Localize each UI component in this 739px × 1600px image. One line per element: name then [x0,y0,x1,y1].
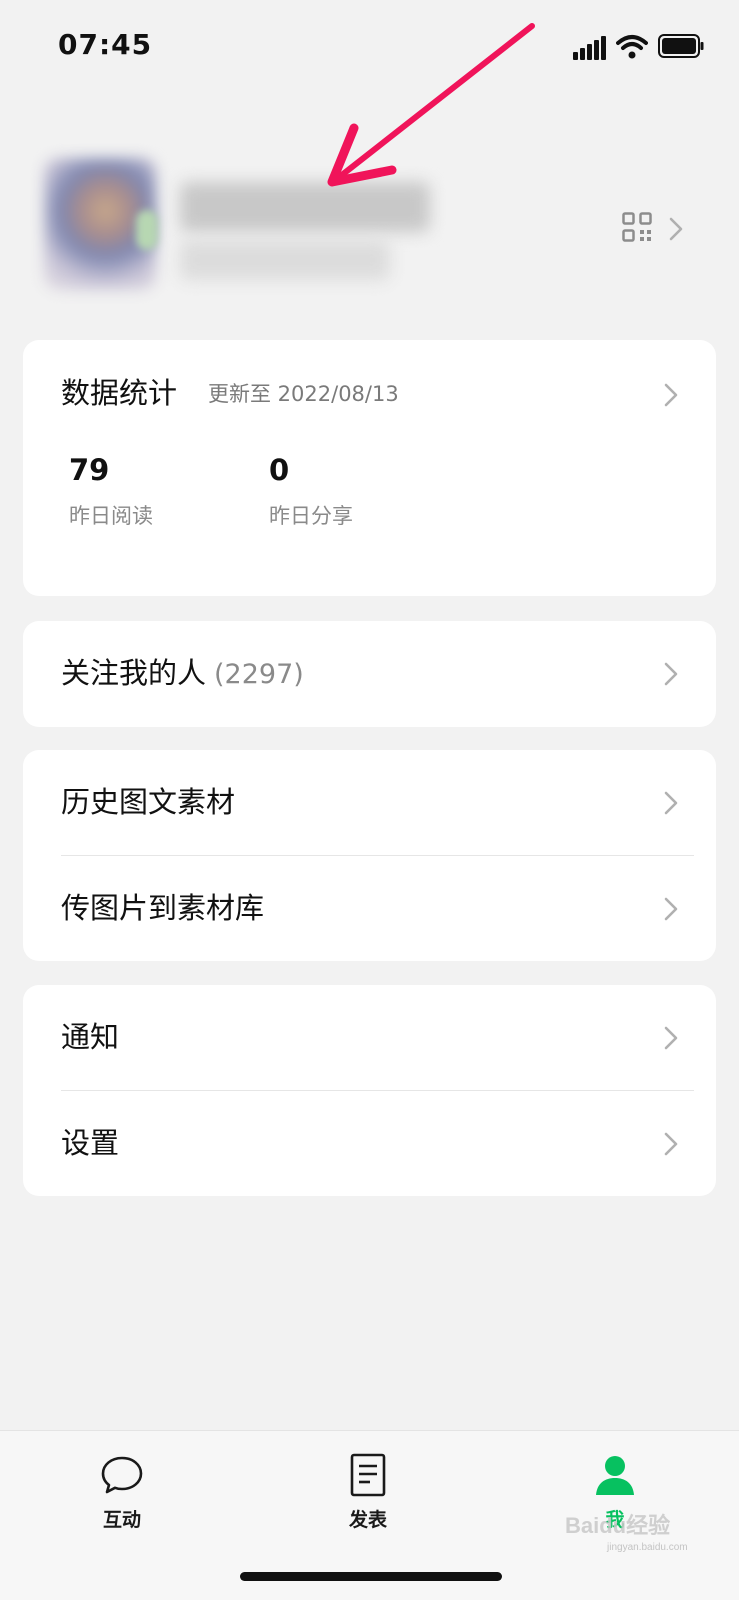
qr-code-icon[interactable] [622,212,652,242]
chevron-right-icon [664,1026,678,1050]
stat-value: 0 [269,453,290,487]
stats-card[interactable]: 数据统计 更新至 2022/08/13 79 昨日阅读 0 昨日分享 [23,340,716,596]
followers-count: (2297) [214,659,304,690]
chevron-right-icon [669,217,683,241]
menu-item-label: 历史图文素材 [61,785,236,819]
tab-publish[interactable]: 发表 [308,1431,428,1541]
stat-yesterday-reads: 79 昨日阅读 [69,450,249,530]
watermark-url: jingyan.baidu.com [607,1542,688,1553]
watermark-logo: Baidu经验 [565,1513,671,1538]
menu-item-label: 传图片到素材库 [61,891,265,925]
tab-label: 互动 [102,1509,141,1531]
stat-label: 昨日分享 [269,504,353,528]
stat-label: 昨日阅读 [69,504,153,528]
materials-card: 历史图文素材 传图片到素材库 [23,750,716,961]
person-icon [596,1456,634,1495]
document-icon [350,1453,386,1497]
chevron-right-icon [664,383,678,407]
home-indicator[interactable] [240,1572,502,1581]
stats-updated-date: 更新至 2022/08/13 [208,382,399,406]
chat-bubble-icon [101,1456,143,1494]
settings-card: 通知 设置 [23,985,716,1196]
account-id [180,240,390,280]
menu-item-history-materials[interactable]: 历史图文素材 [23,750,716,855]
menu-item-label: 设置 [61,1126,120,1160]
status-time: 07:45 [58,28,153,61]
tab-interaction[interactable]: 互动 [62,1431,182,1541]
followers-label-text: 关注我的人 [61,656,207,690]
chevron-right-icon [664,1132,678,1156]
chevron-right-icon [664,791,678,815]
stat-yesterday-shares: 0 昨日分享 [269,450,449,530]
menu-item-upload-images[interactable]: 传图片到素材库 [23,856,716,961]
menu-item-label: 通知 [61,1020,120,1054]
annotation-arrow [327,23,535,187]
stats-title: 数据统计 [61,376,178,410]
chevron-right-icon [664,662,678,686]
menu-item-settings[interactable]: 设置 [23,1091,716,1196]
tab-label: 发表 [348,1509,387,1531]
page: 07:45 数据统计 更新至 2022/08/13 79 昨日阅读 0 昨日分享… [0,0,739,1600]
followers-row[interactable]: 关注我的人 (2297) [23,621,716,726]
followers-label: 关注我的人 (2297) [61,621,304,726]
stat-value: 79 [69,453,110,487]
chevron-right-icon [664,897,678,921]
followers-card[interactable]: 关注我的人 (2297) [23,621,716,727]
menu-item-notifications[interactable]: 通知 [23,985,716,1090]
signal-icon [573,36,606,60]
avatar-badge [136,210,158,250]
wifi-icon [616,35,648,59]
battery-icon [658,34,704,58]
